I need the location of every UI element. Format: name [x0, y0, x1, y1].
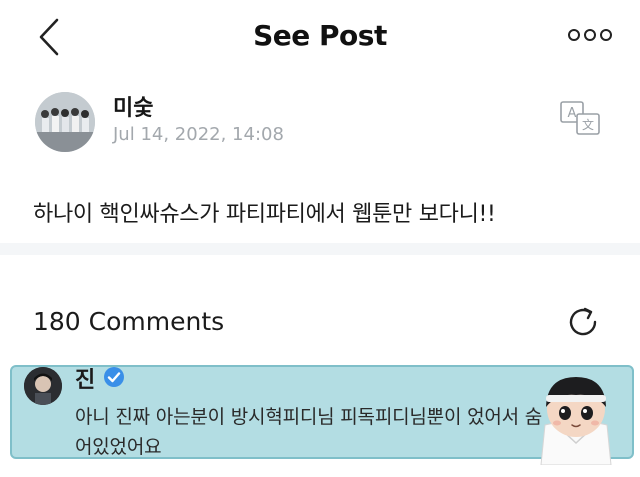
page-title: See Post [253, 19, 387, 52]
author-avatar[interactable] [35, 92, 95, 152]
commenter-name[interactable]: 진 [75, 362, 95, 394]
refresh-icon [569, 307, 597, 336]
post-body-text: 하나이 핵인싸슈스가 파티파티에서 웹툰만 보다니!! [33, 202, 496, 227]
verified-badge-icon [104, 367, 124, 387]
post-header: See Post [0, 0, 640, 74]
comments-count: 180 Comments [33, 307, 225, 336]
author-name[interactable]: 미숯 [113, 90, 153, 122]
more-options-button[interactable] [566, 24, 614, 46]
commenter-avatar[interactable] [24, 367, 62, 405]
character-sticker-icon [540, 377, 612, 465]
translate-icon: A 文 [560, 101, 600, 135]
more-dots-icon [568, 29, 612, 41]
group-photo-avatar-image [35, 92, 95, 152]
translate-button[interactable]: A 文 [559, 100, 603, 138]
refresh-comments-button[interactable] [564, 303, 602, 341]
section-divider [0, 243, 640, 255]
commenter-photo-avatar-image [24, 367, 62, 405]
post-timestamp: Jul 14, 2022, 14:08 [113, 124, 284, 145]
svg-text:文: 文 [582, 117, 594, 132]
svg-text:A: A [568, 106, 577, 121]
comment-text: 아니 진짜 아는분이 방시혁피디님 피독피디님뿐이 었어서 숨어있었어요 [75, 406, 543, 458]
